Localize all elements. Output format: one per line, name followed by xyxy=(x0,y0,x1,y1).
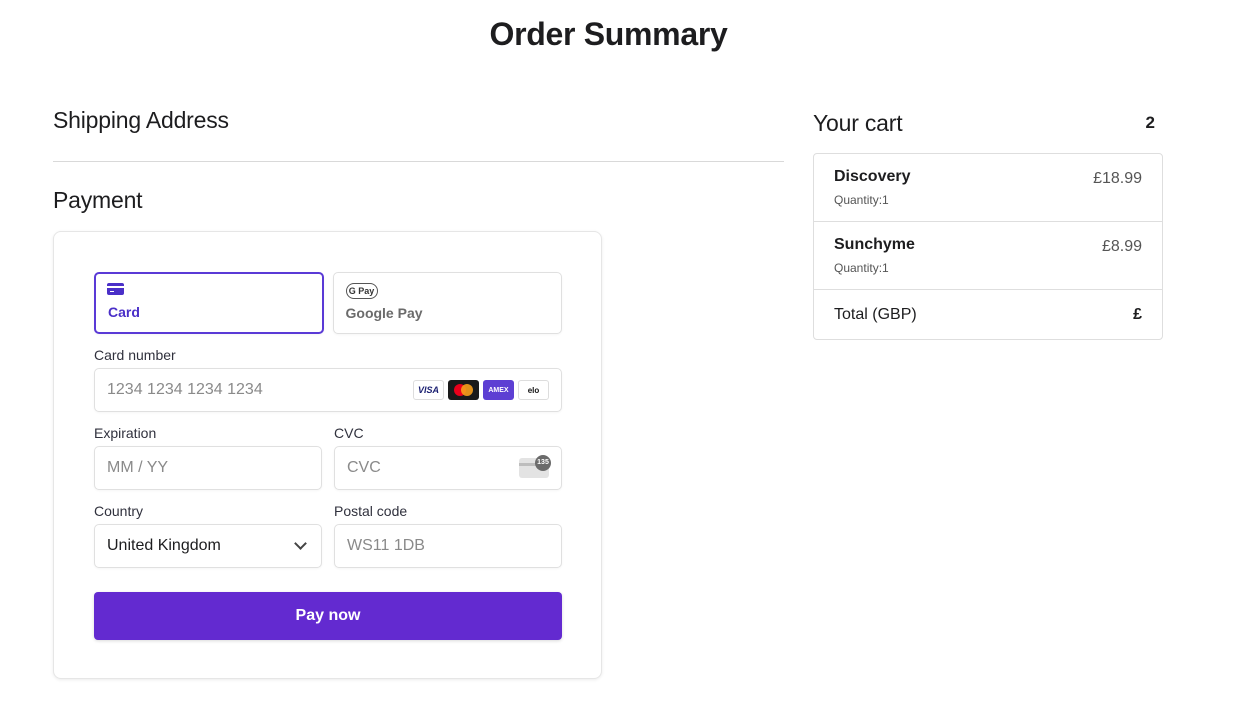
country-group: Country United Kingdom xyxy=(94,503,322,568)
postal-group: Postal code xyxy=(334,503,562,568)
cart-item-name: Sunchyme xyxy=(834,236,915,253)
expiration-input[interactable] xyxy=(94,446,322,490)
country-value: United Kingdom xyxy=(107,537,221,554)
payment-method-label: Google Pay xyxy=(345,305,423,321)
section-divider xyxy=(53,161,784,162)
page-title: Order Summary xyxy=(489,16,728,52)
amex-icon: AMEX xyxy=(483,380,514,400)
cart-count-badge: 2 xyxy=(1145,113,1155,132)
cvc-label: CVC xyxy=(334,425,364,441)
cart-item-price: £8.99 xyxy=(1101,238,1142,255)
cart-items-list: Discovery Quantity:1 £18.99 Sunchyme Qua… xyxy=(813,153,1163,340)
cart-total-row: Total (GBP) £ xyxy=(814,290,1162,339)
payment-form: Card G Pay Google Pay Card number VISA A… xyxy=(94,272,562,640)
pay-now-button[interactable]: Pay now xyxy=(94,592,562,640)
elo-icon: elo xyxy=(518,380,549,400)
cart-title: Your cart xyxy=(813,109,903,136)
country-label: Country xyxy=(94,503,144,519)
cart-item: Discovery Quantity:1 £18.99 xyxy=(814,154,1162,222)
country-select[interactable]: United Kingdom xyxy=(94,524,322,568)
payment-form-card: Card G Pay Google Pay Card number VISA A… xyxy=(53,231,602,679)
card-number-group: Card number VISA AMEX elo xyxy=(94,347,562,412)
expiration-cvc-row: Expiration CVC 135 xyxy=(94,425,562,490)
card-brand-logos: VISA AMEX elo xyxy=(413,380,549,400)
expiration-label: Expiration xyxy=(94,425,157,441)
postal-code-label: Postal code xyxy=(334,503,408,519)
cvc-card-icon: 135 xyxy=(519,455,551,478)
cart-panel: Your cart 2 Discovery Quantity:1 £18.99 … xyxy=(813,107,1163,340)
cart-item-price: £18.99 xyxy=(1093,170,1142,187)
cart-total-label: Total (GBP) xyxy=(834,305,917,323)
google-pay-icon: G Pay xyxy=(345,283,378,299)
checkout-left-column: Shipping Address Payment xyxy=(53,107,784,219)
payment-method-tabs: Card G Pay Google Pay xyxy=(94,272,562,334)
credit-card-icon xyxy=(107,283,124,295)
visa-icon: VISA xyxy=(413,380,444,400)
country-postal-row: Country United Kingdom Postal code xyxy=(94,503,562,568)
cart-total-value: £ xyxy=(1133,305,1142,323)
expiration-group: Expiration xyxy=(94,425,322,490)
cart-item: Sunchyme Quantity:1 £8.99 xyxy=(814,222,1162,290)
cart-item-quantity: Quantity:1 xyxy=(834,261,889,275)
cvc-number-badge: 135 xyxy=(535,455,551,471)
shipping-address-title: Shipping Address xyxy=(53,107,229,133)
postal-code-input[interactable] xyxy=(334,524,562,568)
payment-title: Payment xyxy=(53,187,143,213)
payment-method-google-pay-tab[interactable]: G Pay Google Pay xyxy=(332,272,562,334)
payment-method-label: Card xyxy=(108,304,140,320)
mastercard-icon xyxy=(448,380,479,400)
chevron-down-icon xyxy=(294,537,307,550)
payment-method-card-tab[interactable]: Card xyxy=(94,272,324,334)
card-number-label: Card number xyxy=(94,347,176,363)
cart-header: Your cart 2 xyxy=(813,107,1163,139)
cart-item-quantity: Quantity:1 xyxy=(834,193,889,207)
cvc-group: CVC 135 xyxy=(334,425,562,490)
